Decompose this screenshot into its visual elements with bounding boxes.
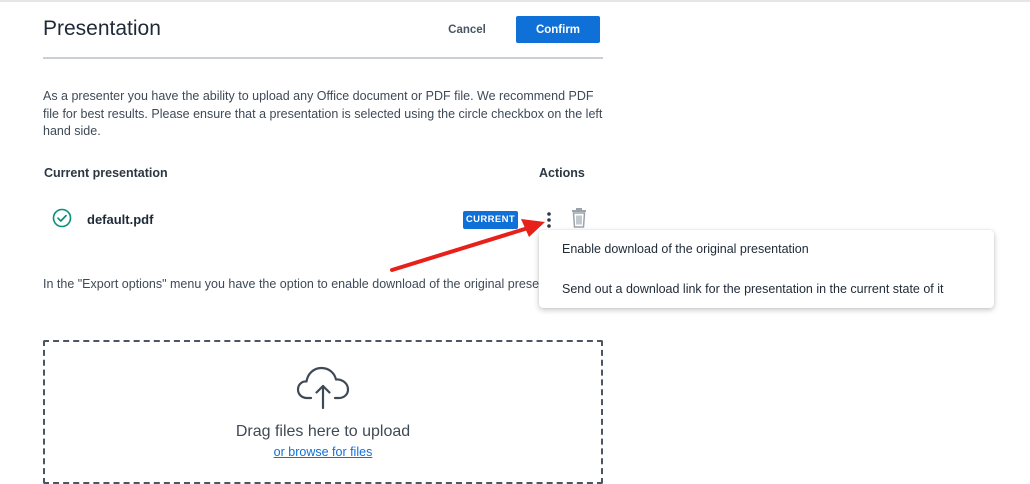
export-options-description: In the "Export options" menu you have th… <box>43 277 603 291</box>
presentation-filename: default.pdf <box>87 212 154 227</box>
trash-icon[interactable] <box>569 207 589 229</box>
check-circle-icon[interactable] <box>52 208 72 228</box>
column-header-actions: Actions <box>539 166 585 180</box>
drag-files-label: Drag files here to upload <box>235 423 411 440</box>
menu-item-send-download-link[interactable]: Send out a download link for the present… <box>562 282 944 296</box>
menu-item-enable-download[interactable]: Enable download of the original presenta… <box>562 242 809 256</box>
cancel-button[interactable]: Cancel <box>436 16 498 44</box>
confirm-button[interactable]: Confirm <box>516 16 600 43</box>
upload-dropzone[interactable] <box>43 340 603 484</box>
column-header-current: Current presentation <box>44 166 168 180</box>
cloud-upload-icon <box>296 366 350 410</box>
presenter-description: As a presenter you have the ability to u… <box>43 89 603 138</box>
export-options-menu: Enable download of the original presenta… <box>539 230 994 308</box>
more-options-icon[interactable] <box>543 210 555 230</box>
header-divider <box>43 57 603 59</box>
browse-files-link[interactable]: or browse for files <box>0 445 646 459</box>
current-badge: CURRENT <box>463 211 518 229</box>
top-divider <box>0 0 1030 2</box>
page-title: Presentation <box>43 17 161 40</box>
